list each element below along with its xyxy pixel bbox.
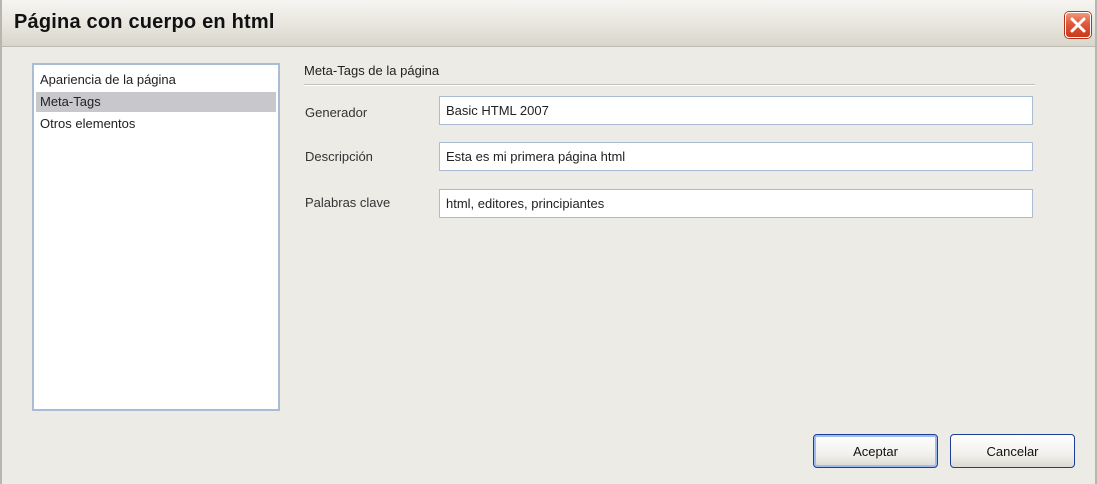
cancel-button[interactable]: Cancelar	[950, 434, 1075, 468]
meta-tags-dialog: Página con cuerpo en html Apariencia de …	[0, 0, 1097, 484]
keywords-field[interactable]	[439, 189, 1033, 218]
keywords-label: Palabras clave	[305, 195, 391, 210]
generator-label: Generador	[305, 105, 368, 120]
window-title: Página con cuerpo en html	[14, 11, 275, 33]
accept-button[interactable]: Aceptar	[813, 434, 938, 468]
section-divider	[304, 84, 1035, 86]
title-bar[interactable]: Página con cuerpo en html	[2, 0, 1095, 47]
section-title: Meta-Tags de la página	[304, 63, 440, 78]
category-list: Apariencia de la página Meta-Tags Otros …	[32, 63, 280, 411]
category-item-apariencia[interactable]: Apariencia de la página	[36, 70, 276, 90]
category-item-meta-tags[interactable]: Meta-Tags	[36, 92, 276, 112]
close-icon	[1070, 17, 1086, 33]
generator-field[interactable]	[439, 96, 1033, 125]
close-button[interactable]	[1065, 12, 1091, 38]
category-item-otros-elementos[interactable]: Otros elementos	[36, 114, 276, 134]
description-label: Descripción	[305, 149, 373, 164]
description-field[interactable]	[439, 142, 1033, 171]
